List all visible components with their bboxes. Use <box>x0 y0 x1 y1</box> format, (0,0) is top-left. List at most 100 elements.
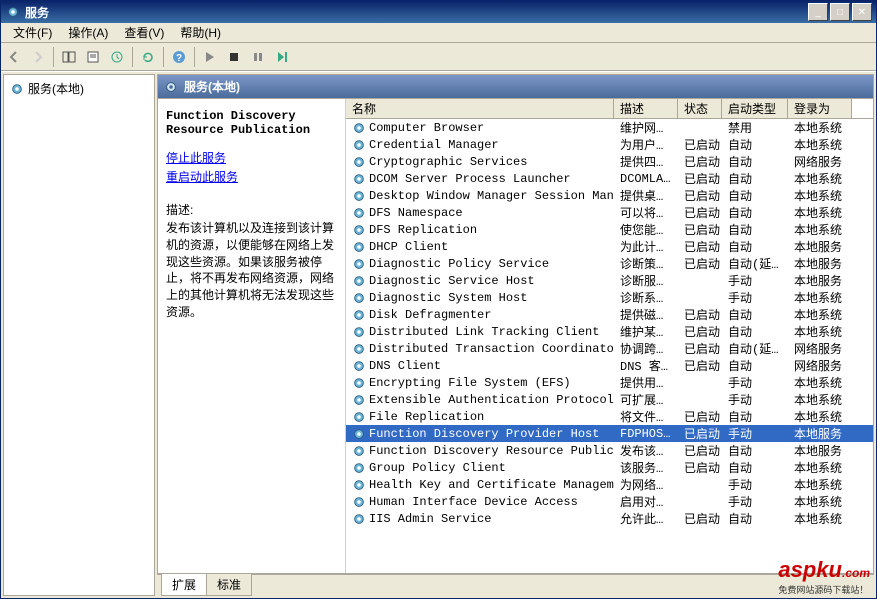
service-row[interactable]: Computer Browser维护网…禁用本地系统 <box>346 119 873 136</box>
cell-name: Distributed Transaction Coordinator <box>346 342 614 356</box>
cell-status: 已启动 <box>678 153 722 170</box>
cell-name: Human Interface Device Access <box>346 495 614 509</box>
start-service-button[interactable] <box>199 46 221 68</box>
service-row[interactable]: Cryptographic Services提供四…已启动自动网络服务 <box>346 153 873 170</box>
service-row[interactable]: Function Discovery Resource Publication发… <box>346 442 873 459</box>
col-name[interactable]: 名称 <box>346 99 614 118</box>
service-row[interactable]: DFS Replication使您能…已启动自动本地系统 <box>346 221 873 238</box>
service-row[interactable]: Distributed Link Tracking Client维护某…已启动自… <box>346 323 873 340</box>
service-row[interactable]: Desktop Window Manager Session Manager提供… <box>346 187 873 204</box>
properties-button[interactable] <box>82 46 104 68</box>
col-status[interactable]: 状态 <box>678 99 722 118</box>
cell-desc: 可扩展… <box>614 391 678 408</box>
maximize-button[interactable]: □ <box>830 3 850 21</box>
close-button[interactable]: ✕ <box>852 3 872 21</box>
cell-logon: 本地服务 <box>788 255 852 272</box>
col-desc[interactable]: 描述 <box>614 99 678 118</box>
stop-service-button[interactable] <box>223 46 245 68</box>
show-hide-tree-button[interactable] <box>58 46 80 68</box>
service-row[interactable]: Human Interface Device Access启用对…手动本地系统 <box>346 493 873 510</box>
tab-standard[interactable]: 标准 <box>206 574 252 596</box>
back-button[interactable] <box>3 46 25 68</box>
cell-status: 已启动 <box>678 204 722 221</box>
restart-service-link[interactable]: 重启动此服务 <box>166 168 337 185</box>
cell-desc: 提供四… <box>614 153 678 170</box>
cell-name: Diagnostic System Host <box>346 291 614 305</box>
cell-name: DNS Client <box>346 359 614 373</box>
service-rows[interactable]: Computer Browser维护网…禁用本地系统Credential Man… <box>346 119 873 573</box>
gear-icon <box>164 80 178 94</box>
restart-service-button[interactable] <box>271 46 293 68</box>
cell-status: 已启动 <box>678 510 722 527</box>
cell-startup: 自动(延… <box>722 340 788 357</box>
service-row[interactable]: Credential Manager为用户…已启动自动本地系统 <box>346 136 873 153</box>
menu-help[interactable]: 帮助(H) <box>172 22 229 43</box>
cell-desc: 提供用… <box>614 374 678 391</box>
menu-file[interactable]: 文件(F) <box>5 22 60 43</box>
service-row[interactable]: Encrypting File System (EFS)提供用…手动本地系统 <box>346 374 873 391</box>
col-startup[interactable]: 启动类型 <box>722 99 788 118</box>
cell-startup: 手动 <box>722 391 788 408</box>
svg-text:?: ? <box>176 53 182 64</box>
tree-root-node[interactable]: 服务(本地) <box>8 79 150 98</box>
cell-logon: 网络服务 <box>788 357 852 374</box>
stop-service-link[interactable]: 停止此服务 <box>166 149 337 166</box>
service-row[interactable]: File Replication将文件…已启动自动本地系统 <box>346 408 873 425</box>
service-list: 名称 描述 状态 启动类型 登录为 Computer Browser维护网…禁用… <box>346 99 873 573</box>
cell-logon: 本地系统 <box>788 306 852 323</box>
help-button[interactable]: ? <box>168 46 190 68</box>
service-row[interactable]: Distributed Transaction Coordinator协调跨…已… <box>346 340 873 357</box>
main-body: 服务(本地) 服务(本地) Function Discovery Resourc… <box>1 71 876 598</box>
cell-startup: 自动 <box>722 408 788 425</box>
minimize-button[interactable]: _ <box>808 3 828 21</box>
cell-status: 已启动 <box>678 136 722 153</box>
tab-extended[interactable]: 扩展 <box>161 574 207 596</box>
cell-startup: 自动 <box>722 442 788 459</box>
service-row[interactable]: DHCP Client为此计…已启动自动本地服务 <box>346 238 873 255</box>
app-icon <box>5 4 21 20</box>
cell-status: 已启动 <box>678 238 722 255</box>
cell-logon: 本地系统 <box>788 493 852 510</box>
separator <box>132 47 133 67</box>
pause-service-button[interactable] <box>247 46 269 68</box>
service-row[interactable]: DFS Namespace可以将…已启动自动本地系统 <box>346 204 873 221</box>
service-row[interactable]: IIS Admin Service允许此…已启动自动本地系统 <box>346 510 873 527</box>
cell-startup: 自动 <box>722 204 788 221</box>
service-row[interactable]: Disk Defragmenter提供磁…已启动自动本地系统 <box>346 306 873 323</box>
content-header: 服务(本地) <box>157 74 874 98</box>
cell-desc: 协调跨… <box>614 340 678 357</box>
service-row[interactable]: Health Key and Certificate Management为网络… <box>346 476 873 493</box>
cell-name: File Replication <box>346 410 614 424</box>
cell-desc: 提供磁… <box>614 306 678 323</box>
separator <box>194 47 195 67</box>
service-row[interactable]: Extensible Authentication Protocol可扩展…手动… <box>346 391 873 408</box>
menubar: 文件(F) 操作(A) 查看(V) 帮助(H) <box>1 23 876 43</box>
cell-logon: 本地系统 <box>788 136 852 153</box>
refresh-button[interactable] <box>137 46 159 68</box>
service-row[interactable]: Diagnostic Service Host诊断服…手动本地服务 <box>346 272 873 289</box>
menu-action[interactable]: 操作(A) <box>60 22 116 43</box>
service-row[interactable]: DNS ClientDNS 客…已启动自动网络服务 <box>346 357 873 374</box>
service-row[interactable]: Group Policy Client该服务…已启动自动本地系统 <box>346 459 873 476</box>
description-label: 描述: <box>166 201 337 218</box>
cell-logon: 本地系统 <box>788 391 852 408</box>
tree-root-label: 服务(本地) <box>28 80 84 97</box>
service-row[interactable]: Function Discovery Provider HostFDPHOS…已… <box>346 425 873 442</box>
service-row[interactable]: Diagnostic Policy Service诊断策…已启动自动(延…本地服… <box>346 255 873 272</box>
export-button[interactable] <box>106 46 128 68</box>
service-row[interactable]: Diagnostic System Host诊断系…手动本地系统 <box>346 289 873 306</box>
forward-button[interactable] <box>27 46 49 68</box>
tree-pane[interactable]: 服务(本地) <box>3 74 155 596</box>
cell-startup: 手动 <box>722 272 788 289</box>
col-logon[interactable]: 登录为 <box>788 99 852 118</box>
cell-status: 已启动 <box>678 255 722 272</box>
cell-startup: 手动 <box>722 374 788 391</box>
cell-logon: 本地系统 <box>788 289 852 306</box>
service-row[interactable]: DCOM Server Process LauncherDCOMLA…已启动自动… <box>346 170 873 187</box>
cell-startup: 手动 <box>722 289 788 306</box>
cell-desc: DNS 客… <box>614 357 678 374</box>
titlebar[interactable]: 服务 _ □ ✕ <box>1 1 876 23</box>
cell-logon: 本地服务 <box>788 425 852 442</box>
menu-view[interactable]: 查看(V) <box>116 22 172 43</box>
cell-logon: 本地服务 <box>788 238 852 255</box>
